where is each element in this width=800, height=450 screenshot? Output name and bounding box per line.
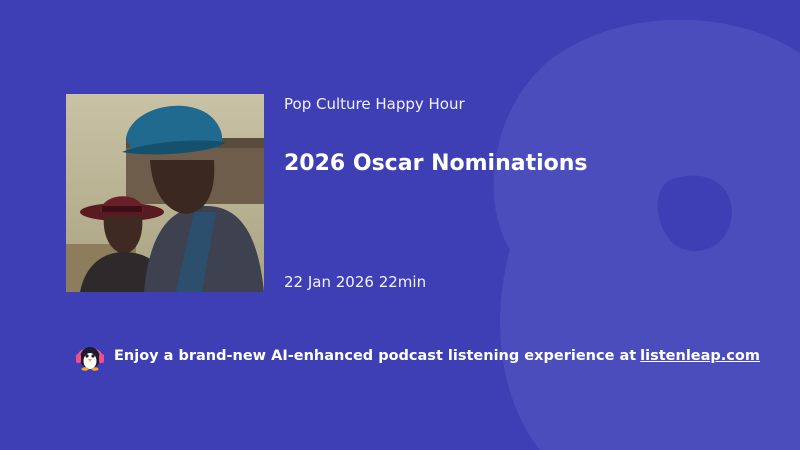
episode-meta: 22 Jan 2026 22min [284,272,426,292]
listenleap-link[interactable]: listenleap.com [640,348,760,364]
show-name[interactable]: Pop Culture Happy Hour [284,94,465,114]
promo-text: Enjoy a brand-new AI-enhanced podcast li… [114,348,637,364]
episode-date: 22 Jan 2026 [284,273,374,291]
brand-watermark-icon [480,0,800,450]
penguin-headphones-icon [76,347,104,371]
episode-duration: 22min [378,273,427,291]
episode-artwork[interactable] [66,94,264,292]
episode-title[interactable]: 2026 Oscar Nominations [284,150,588,178]
promo-banner: Enjoy a brand-new AI-enhanced podcast li… [74,341,760,371]
